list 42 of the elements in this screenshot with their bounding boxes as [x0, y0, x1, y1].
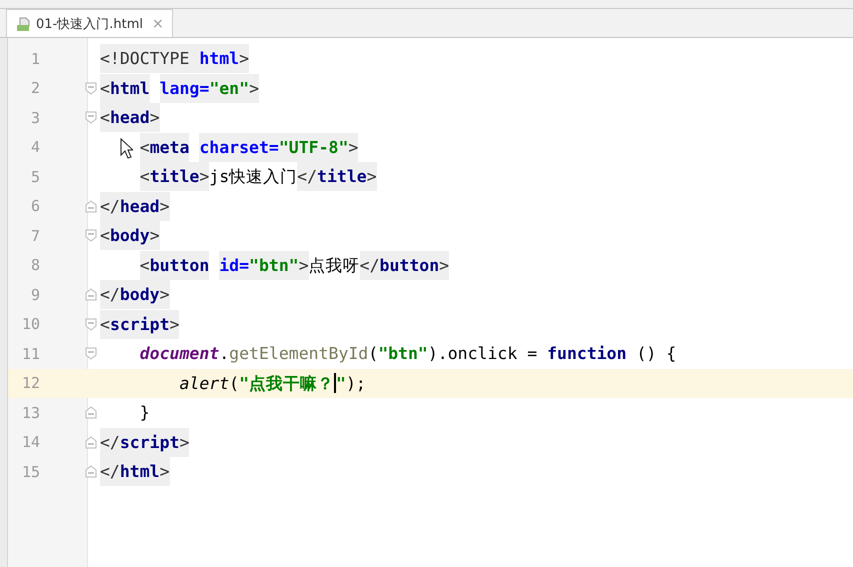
line-number: 10 — [20, 315, 40, 334]
code-line: <body> — [100, 221, 160, 250]
code-line: </html> — [100, 457, 170, 486]
code-line: </body> — [100, 280, 170, 310]
line-number: 8 — [30, 256, 40, 274]
fold-icon[interactable] — [85, 347, 97, 360]
line-number: 7 — [30, 226, 40, 245]
code-line: <meta charset="UTF-8"> — [100, 132, 358, 162]
code-line: <html lang="en"> — [100, 74, 259, 103]
line-number: 13 — [20, 404, 40, 422]
fold-icon[interactable] — [85, 465, 97, 478]
fold-icon[interactable] — [85, 288, 97, 302]
code-line: </head> — [100, 192, 170, 221]
code-line: } — [138, 402, 150, 424]
fold-icon[interactable] — [85, 436, 97, 449]
fold-icon[interactable] — [85, 82, 97, 95]
line-number: 3 — [30, 108, 40, 127]
fold-icon[interactable] — [85, 111, 97, 124]
line-number: 4 — [30, 138, 40, 156]
line-number: 1 — [30, 50, 40, 68]
html-file-icon — [17, 16, 31, 30]
line-number: 5 — [30, 168, 40, 186]
line-number: 12 — [20, 374, 40, 392]
code-line: <script> — [100, 310, 180, 339]
code-line: document.getElementById("btn").onclick = function () { — [138, 343, 676, 366]
code-line: <title>js快速入门</title> — [100, 162, 377, 192]
line-number: 15 — [20, 462, 40, 481]
file-tab[interactable]: 01-快速入门.html × — [6, 9, 173, 37]
code-line: alert("点我干嘛？"); — [178, 372, 366, 396]
line-number: 2 — [30, 79, 40, 98]
code-line: <!DOCTYPE html> — [100, 44, 250, 74]
line-number: 9 — [30, 286, 40, 304]
code-line: </script> — [100, 428, 190, 457]
fold-icon[interactable] — [85, 406, 97, 420]
code-line: <button id="btn">点我呀</button> — [100, 250, 450, 280]
line-number: 11 — [20, 344, 40, 363]
fold-icon[interactable] — [85, 229, 97, 242]
code-line: <head> — [100, 103, 160, 132]
fold-icon[interactable] — [85, 318, 97, 331]
fold-icon[interactable] — [85, 200, 97, 213]
line-number: 14 — [20, 433, 40, 452]
line-number: 6 — [30, 197, 40, 216]
